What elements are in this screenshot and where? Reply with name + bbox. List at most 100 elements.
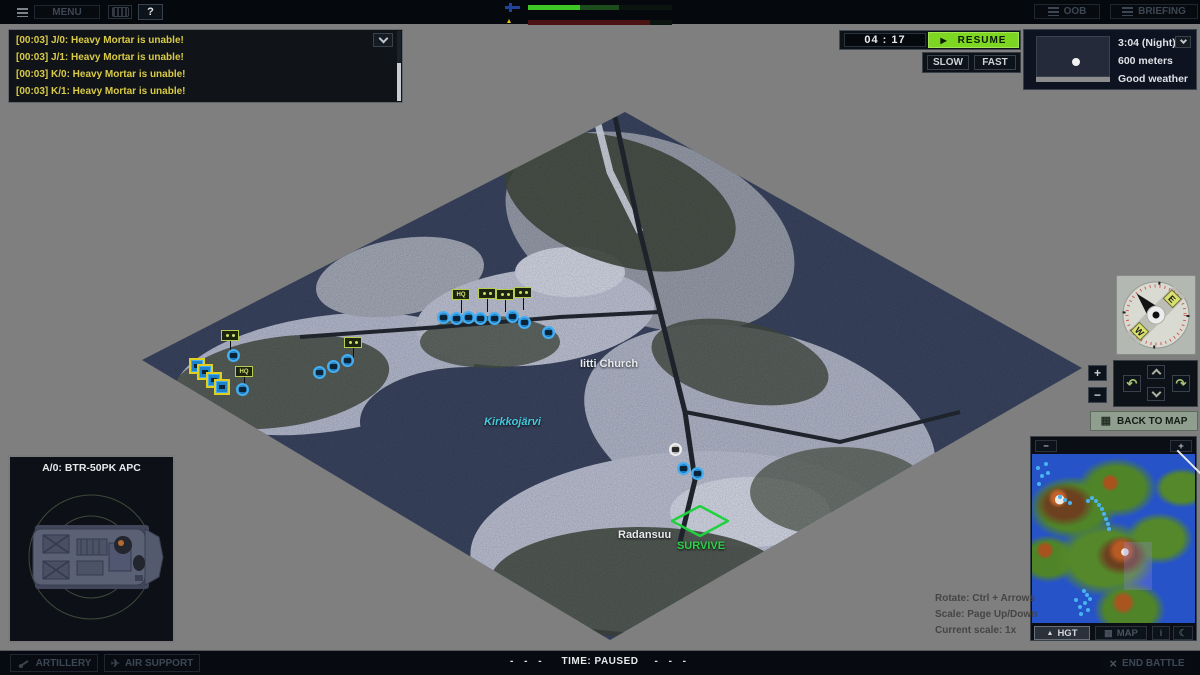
briefing-list-icon [1122,7,1133,16]
minimap-zoom-in-button[interactable]: + [1170,440,1192,452]
zoom-out-button[interactable]: − [1088,387,1107,403]
minimap-night-button[interactable]: ☾ [1173,626,1193,640]
map-label-lake: Kirkkojärvi [455,416,570,428]
apc-vehicle [33,525,163,589]
friendly-strength-bar [528,5,672,10]
menu-button-label: MENU [52,7,81,18]
unit-flag-marker[interactable] [514,287,532,298]
unit-info-panel: A/0: BTR-50PK APC [8,455,175,643]
unit-marker[interactable] [677,462,690,475]
chevron-down-icon [1151,388,1161,398]
log-collapse-button[interactable] [373,33,393,47]
menu-button[interactable]: MENU [34,5,100,19]
unit-flag-marker[interactable] [496,289,514,300]
keyboard-shortcuts-button[interactable] [108,5,132,19]
log-message: [00:03] K/0: Heavy Mortar is unable! [16,69,186,80]
tilt-up-button[interactable] [1147,365,1165,379]
marker-stem [487,299,488,312]
moon-icon [1072,58,1080,66]
unit-marker[interactable] [227,349,240,362]
end-battle-button[interactable]: × END BATTLE [1102,654,1192,672]
compass-rose[interactable]: E W [1120,279,1192,351]
help-line-rotate: Rotate: Ctrl + Arrows [935,591,1037,607]
unit-marker[interactable] [450,312,463,325]
time-control-panel: 04 : 17 ▶ RESUME [839,30,1021,50]
time-status-dashes: - - - [510,656,546,667]
unit-marker-neutral[interactable] [669,443,682,456]
night-sky-display [1036,36,1110,77]
minimap-terrain[interactable] [1032,454,1195,623]
minimap-map-button[interactable]: ▦ MAP [1095,626,1147,640]
unit-marker[interactable] [313,366,326,379]
hgt-button-label: HGT [1057,628,1077,639]
unit-marker[interactable] [691,467,704,480]
unit-marker[interactable] [474,312,487,325]
oob-button[interactable]: OOB [1034,4,1100,19]
moon-icon: ☾ [1179,628,1188,639]
speed-control-panel: SLOW FAST [922,52,1021,73]
close-icon: × [1109,656,1117,671]
unit-marker[interactable] [542,326,555,339]
marker-stem [461,300,462,313]
chevron-down-icon [1179,37,1186,44]
back-to-map-label: BACK TO MAP [1117,416,1187,427]
play-icon: ▶ [941,36,948,45]
minimap-zoom-out-button[interactable]: − [1035,440,1057,452]
minimap-info-button[interactable]: i [1152,626,1170,640]
rotate-right-button[interactable]: ↷ [1172,375,1190,392]
chevron-up-icon [1151,369,1161,379]
unit-marker[interactable] [236,383,249,396]
help-line-current-scale: Current scale: 1x [935,623,1037,639]
mountain-icon: ▲ [1047,630,1054,637]
slow-button-label: SLOW [933,57,963,68]
objective-marker[interactable] [671,505,729,537]
battle-timer: 04 : 17 [844,33,926,47]
time-status: - - - TIME: PAUSED - - - [0,656,1200,667]
keyboard-icon [112,7,129,17]
back-to-map-button[interactable]: ▦ BACK TO MAP [1090,411,1198,431]
time-status-label: TIME: PAUSED [562,656,639,667]
message-log: [00:03] J/0: Heavy Mortar is unable! [00… [8,29,403,103]
battle-map[interactable] [140,112,1084,642]
hq-flag-marker[interactable]: HQ [235,366,253,377]
resume-button[interactable]: ▶ RESUME [928,32,1019,48]
log-scrollbar-thumb[interactable] [397,63,401,101]
unit-marker[interactable] [437,311,450,324]
slow-button[interactable]: SLOW [927,55,969,70]
hamburger-icon[interactable] [17,8,28,17]
log-message: [00:03] J/1: Heavy Mortar is unable! [16,52,184,63]
map-help-text: Rotate: Ctrl + Arrows Scale: Page Up/Dow… [935,591,1037,639]
grid-icon: ▦ [1104,628,1113,639]
marker-stem [505,300,506,312]
unit-flag-marker[interactable] [344,337,362,348]
rotate-left-button[interactable]: ↶ [1123,375,1141,392]
unit-flag-symbol [349,341,352,344]
fast-button[interactable]: FAST [974,55,1016,70]
visibility-value: 600 meters [1118,55,1173,67]
briefing-button[interactable]: BRIEFING [1110,4,1198,19]
minimap-panel: − + ▲ HGT ▦ MAP i ☾ [1030,436,1197,641]
oob-list-icon [1048,7,1059,16]
grid-icon: ▦ [1101,416,1111,427]
unit-flag-symbol [519,291,522,294]
tilt-down-button[interactable] [1147,387,1165,401]
help-button-label: ? [147,6,154,18]
log-scrollbar[interactable] [397,31,401,101]
conditions-collapse-button[interactable] [1175,36,1191,48]
minimap-unit-dots [1036,466,1040,470]
unit-title: A/0: BTR-50PK APC [10,462,173,474]
compass-panel: E W [1116,275,1196,355]
selected-unit-marker[interactable] [216,381,228,393]
unit-flag-marker[interactable] [221,330,239,341]
briefing-button-label: BRIEFING [1138,6,1186,17]
unit-marker[interactable] [488,312,501,325]
minimap-hgt-button[interactable]: ▲ HGT [1034,626,1090,640]
info-icon: i [1160,628,1163,639]
help-button[interactable]: ? [138,4,163,20]
unit-marker[interactable] [518,316,531,329]
hq-flag-marker[interactable]: HQ [452,289,470,300]
zoom-in-button[interactable]: + [1088,365,1107,381]
unit-marker[interactable] [327,360,340,373]
unit-flag-marker[interactable] [478,288,496,299]
unit-marker[interactable] [341,354,354,367]
